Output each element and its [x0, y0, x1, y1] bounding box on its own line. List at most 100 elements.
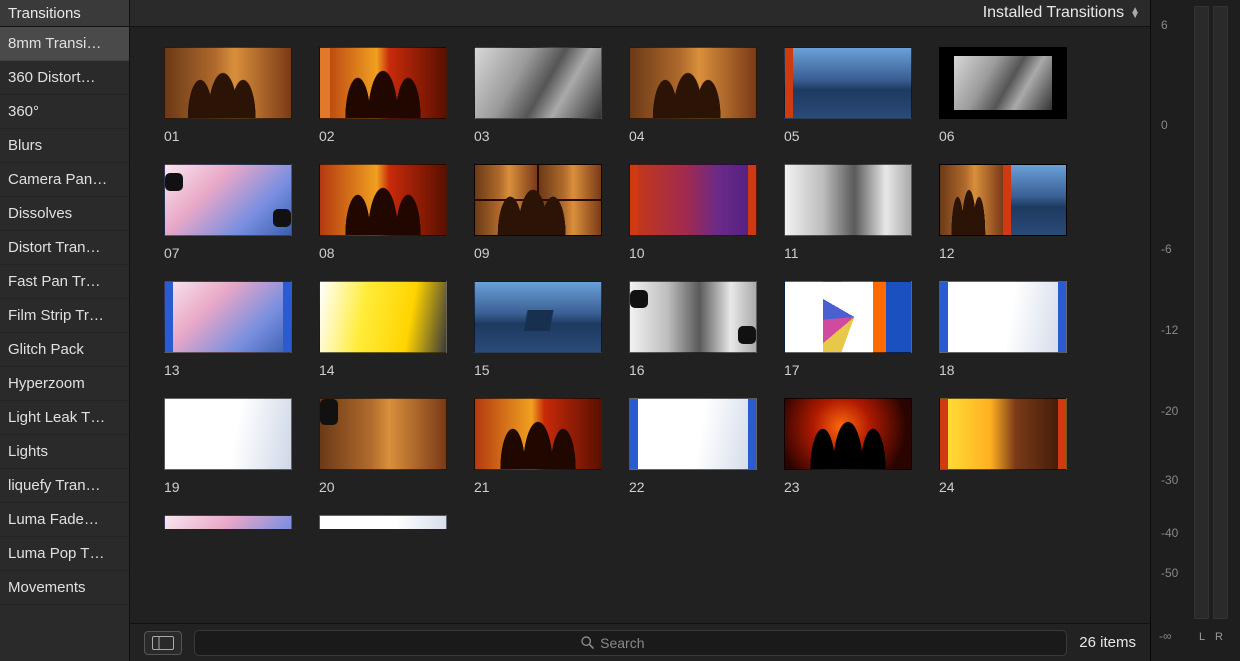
sidebar-item[interactable]: Hyperzoom [0, 367, 129, 401]
thumbnail-image [319, 398, 447, 470]
meter-tick-label: -30 [1161, 473, 1178, 487]
grid-scroll[interactable]: 01 02 03 04 05 06 07 08 09 10 11 12 13 14 15 16 17 18 19 20… [130, 27, 1150, 623]
meter-bars [1194, 6, 1228, 619]
sidebar-item[interactable]: Film Strip Tr… [0, 299, 129, 333]
sidebar-item[interactable]: liquefy Tran… [0, 469, 129, 503]
thumbnail-label: 09 [474, 245, 602, 261]
meter-channel-labels: L R [1194, 631, 1228, 643]
thumbnail-cell[interactable]: 19 [164, 398, 292, 495]
thumbnail-cell[interactable]: 04 [629, 47, 757, 144]
thumbnail-cell-peek[interactable] [164, 515, 292, 529]
sidebar-item[interactable]: 360° [0, 95, 129, 129]
search-field[interactable] [194, 630, 1067, 656]
thumbnail-cell[interactable]: 18 [939, 281, 1067, 378]
meter-tick-label: -50 [1161, 566, 1178, 580]
sidebar-item[interactable]: Glitch Pack [0, 333, 129, 367]
sidebar-item[interactable]: 360 Distort… [0, 61, 129, 95]
sidebar-item[interactable]: Dissolves [0, 197, 129, 231]
sidebar-item[interactable]: Light Leak T… [0, 401, 129, 435]
thumbnail-image [939, 281, 1067, 353]
thumbnail-image [939, 398, 1067, 470]
thumbnail-cell[interactable]: 02 [319, 47, 447, 144]
thumbnail-cell[interactable]: 15 [474, 281, 602, 378]
meter-bar-right [1213, 6, 1228, 619]
audio-meter: 60-6-12-20-30-40-50 -∞ L R [1150, 0, 1240, 661]
thumbnail-cell[interactable]: 13 [164, 281, 292, 378]
layout-toggle-button[interactable] [144, 631, 182, 655]
thumbnail-cell[interactable]: 06 [939, 47, 1067, 144]
thumbnail-image [784, 398, 912, 470]
thumbnail-cell[interactable]: 24 [939, 398, 1067, 495]
meter-tick-label: -40 [1161, 526, 1178, 540]
thumbnail-cell[interactable]: 07 [164, 164, 292, 261]
sidebar-item[interactable]: Movements [0, 571, 129, 605]
main-header: Installed Transitions ▲▼ [130, 0, 1150, 27]
search-input[interactable] [600, 635, 680, 651]
thumbnail-label: 03 [474, 128, 602, 144]
meter-tick-label: 0 [1161, 118, 1168, 132]
thumbnail-image [319, 47, 447, 119]
filter-dropdown[interactable]: Installed Transitions ▲▼ [983, 4, 1140, 22]
sidebar-item[interactable]: Luma Fade… [0, 503, 129, 537]
thumbnail-label: 14 [319, 362, 447, 378]
meter-bar-left [1194, 6, 1209, 619]
meter-tick-label: -6 [1161, 242, 1172, 256]
meter-infinity-label: -∞ [1159, 629, 1172, 643]
thumbnail-image [939, 164, 1067, 236]
sidebar-items: 8mm Transi…360 Distort…360°BlursCamera P… [0, 27, 129, 661]
thumbnail-label: 11 [784, 245, 912, 261]
thumbnail-label: 23 [784, 479, 912, 495]
meter-right-label: R [1215, 631, 1223, 643]
thumbnail-cell[interactable]: 12 [939, 164, 1067, 261]
sidebar-title: Transitions [0, 0, 129, 27]
thumbnail-cell[interactable]: 20 [319, 398, 447, 495]
thumbnail-label: 04 [629, 128, 757, 144]
chevron-updown-icon: ▲▼ [1130, 8, 1140, 18]
thumbnail-cell[interactable]: 09 [474, 164, 602, 261]
thumbnail-grid: 01 02 03 04 05 06 07 08 09 10 11 12 13 14 15 16 17 18 19 20… [164, 47, 1134, 495]
sidebar-item[interactable]: Fast Pan Tr… [0, 265, 129, 299]
search-icon [581, 636, 594, 649]
sidebar-item[interactable]: Luma Pop T… [0, 537, 129, 571]
sidebar-item[interactable]: 8mm Transi… [0, 27, 129, 61]
thumbnail-image [319, 164, 447, 236]
thumbnail-cell[interactable]: 16 [629, 281, 757, 378]
footer-bar: 26 items [130, 623, 1150, 661]
thumbnail-image [319, 281, 447, 353]
thumbnail-label: 22 [629, 479, 757, 495]
sidebar-item[interactable]: Camera Pan… [0, 163, 129, 197]
thumbnail-cell[interactable]: 03 [474, 47, 602, 144]
thumbnail-label: 16 [629, 362, 757, 378]
thumbnail-label: 18 [939, 362, 1067, 378]
thumbnail-cell[interactable]: 01 [164, 47, 292, 144]
thumbnail-cell[interactable]: 21 [474, 398, 602, 495]
thumbnail-cell-peek[interactable] [319, 515, 447, 529]
thumbnail-label: 01 [164, 128, 292, 144]
sidebar-item[interactable]: Blurs [0, 129, 129, 163]
thumbnail-cell[interactable]: 11 [784, 164, 912, 261]
thumbnail-label: 02 [319, 128, 447, 144]
thumbnail-cell[interactable]: 22 [629, 398, 757, 495]
thumbnail-cell[interactable]: 23 [784, 398, 912, 495]
thumbnail-cell[interactable]: 05 [784, 47, 912, 144]
sidebar-item[interactable]: Distort Tran… [0, 231, 129, 265]
thumbnail-label: 17 [784, 362, 912, 378]
thumbnail-cell[interactable]: 08 [319, 164, 447, 261]
meter-tick-label: 6 [1161, 18, 1168, 32]
item-count-label: 26 items [1079, 634, 1136, 651]
thumbnail-label: 08 [319, 245, 447, 261]
thumbnail-image [784, 47, 912, 119]
thumbnail-image [474, 398, 602, 470]
thumbnail-grid-overflow [164, 515, 1134, 529]
thumbnail-cell[interactable]: 14 [319, 281, 447, 378]
thumbnail-label: 21 [474, 479, 602, 495]
sidebar: Transitions 8mm Transi…360 Distort…360°B… [0, 0, 130, 661]
sidebar-item[interactable]: Lights [0, 435, 129, 469]
meter-tick-label: -12 [1161, 323, 1178, 337]
thumbnail-cell[interactable]: 10 [629, 164, 757, 261]
thumbnail-cell[interactable]: 17 [784, 281, 912, 378]
meter-scale: 60-6-12-20-30-40-50 [1161, 0, 1191, 623]
thumbnail-label: 06 [939, 128, 1067, 144]
thumbnail-image [474, 281, 602, 353]
thumbnail-image [629, 164, 757, 236]
